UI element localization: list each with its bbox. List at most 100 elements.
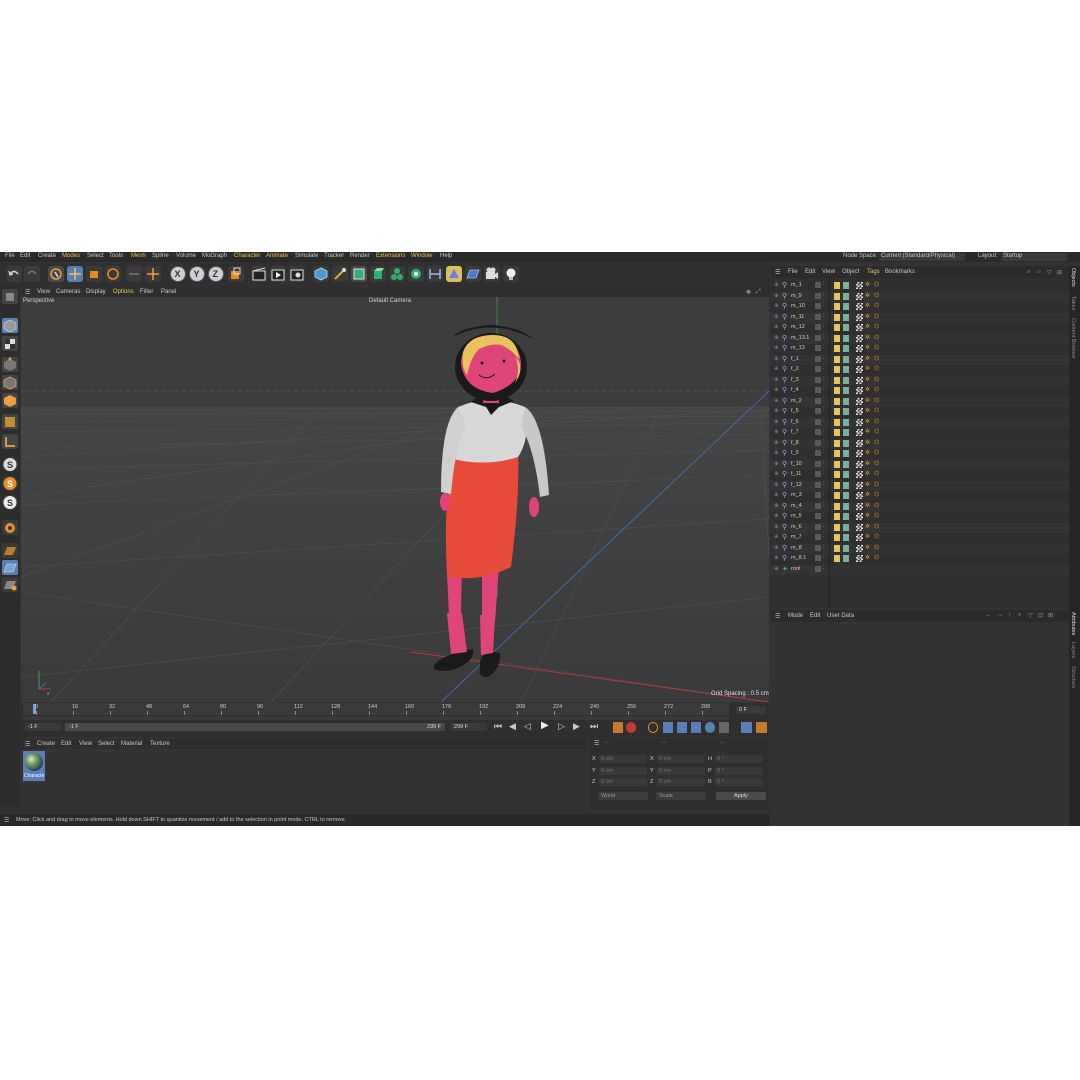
- object-row[interactable]: ⊕ ⚲ m_4: ✲ ⌬: [771, 501, 1069, 512]
- object-row[interactable]: ⊕ ⚲ f_8: ✲ ⌬: [771, 438, 1069, 449]
- object-name[interactable]: m_8: [791, 545, 802, 551]
- skin-tag-icon[interactable]: ✲: [865, 439, 870, 446]
- phong-tag-icon[interactable]: ⌬: [874, 407, 879, 414]
- phong-tag-icon[interactable]: ⌬: [874, 334, 879, 341]
- visibility-checkbox[interactable]: [815, 471, 821, 477]
- phong-tag-icon[interactable]: ⌬: [874, 323, 879, 330]
- edges-mode-button[interactable]: [2, 375, 18, 390]
- object-name[interactable]: m_6: [791, 524, 802, 530]
- material-tag-icon[interactable]: [843, 544, 849, 552]
- weight-tag-icon[interactable]: [834, 429, 840, 436]
- redo-button[interactable]: [24, 266, 40, 282]
- uvw-tag-icon[interactable]: [856, 544, 863, 552]
- weight-tag-icon[interactable]: [834, 544, 840, 552]
- phong-tag-icon[interactable]: ⌬: [874, 460, 879, 467]
- go-to-end-icon[interactable]: ⏭: [590, 721, 598, 732]
- layer-dots-icon[interactable]: :: [823, 334, 825, 340]
- viewport-move-icon[interactable]: ✥: [746, 289, 751, 296]
- material-tag-icon[interactable]: [843, 460, 849, 468]
- visibility-checkbox[interactable]: [815, 366, 821, 372]
- hamburger-icon[interactable]: ☰: [594, 740, 599, 747]
- menu-animate[interactable]: Animate: [266, 253, 288, 259]
- up-arrow-icon[interactable]: ↑: [1008, 612, 1011, 618]
- object-row[interactable]: ⊕ ⚲ f_6: ✲ ⌬: [771, 417, 1069, 428]
- phong-tag-icon[interactable]: ⌬: [874, 281, 879, 288]
- viewport-menu-view[interactable]: View: [37, 289, 50, 295]
- weight-tag-icon[interactable]: [834, 439, 840, 447]
- viewport-zoom-icon[interactable]: ⤢: [756, 289, 761, 296]
- menu-file[interactable]: File: [5, 253, 15, 259]
- phong-tag-icon[interactable]: ⌬: [874, 449, 879, 456]
- object-row[interactable]: ⊕ ⚲ m_6: ✲ ⌬: [771, 522, 1069, 533]
- object-name[interactable]: m_4: [791, 503, 802, 509]
- weight-tag-icon[interactable]: [834, 418, 840, 426]
- hamburger-icon[interactable]: ☰: [25, 289, 30, 296]
- object-row[interactable]: ⊕ ⚲ f_5: ✲ ⌬: [771, 407, 1069, 418]
- expand-icon[interactable]: ⊕: [774, 419, 779, 425]
- layer-dots-icon[interactable]: :: [823, 344, 825, 350]
- object-name[interactable]: m_2: [791, 398, 802, 404]
- layer-dots-icon[interactable]: :: [823, 523, 825, 529]
- expand-icon[interactable]: ⊕: [774, 314, 779, 320]
- menu-spline[interactable]: Spline: [152, 253, 169, 259]
- filter-icon[interactable]: ▽: [1047, 269, 1052, 276]
- menu-modes[interactable]: Modes: [62, 253, 80, 259]
- object-row[interactable]: ⊕ ⚲ f_1: ✲ ⌬: [771, 354, 1069, 365]
- material-tag-icon[interactable]: [843, 523, 849, 531]
- forward-arrow-icon[interactable]: →: [997, 612, 1003, 618]
- end-frame-field[interactable]: 299 F: [451, 723, 487, 731]
- weight-tag-icon[interactable]: [834, 408, 840, 415]
- weight-tag-icon[interactable]: [834, 376, 840, 384]
- viewport-menu-panel[interactable]: Panel: [161, 289, 176, 295]
- skin-tag-icon[interactable]: ✲: [865, 313, 870, 320]
- visibility-checkbox[interactable]: [815, 397, 821, 404]
- visibility-checkbox[interactable]: [815, 460, 821, 467]
- visibility-checkbox[interactable]: [815, 555, 821, 561]
- menu-mograph[interactable]: MoGraph: [202, 253, 227, 259]
- expand-icon[interactable]: ⊕: [774, 524, 779, 530]
- material-tag-icon[interactable]: [843, 418, 849, 426]
- menu-character[interactable]: Character: [234, 253, 260, 259]
- objects-menu-bookmarks[interactable]: Bookmarks: [885, 269, 915, 275]
- home-icon[interactable]: ⌂: [1037, 269, 1041, 275]
- attributes-menu-user-data[interactable]: User Data: [827, 613, 854, 619]
- visibility-checkbox[interactable]: [815, 544, 821, 551]
- cube-button[interactable]: [313, 266, 329, 282]
- field-button[interactable]: [408, 266, 424, 282]
- right-tab-attributes[interactable]: Attributes: [1070, 612, 1076, 635]
- weight-tag-icon[interactable]: [834, 355, 840, 363]
- hamburger-icon[interactable]: ☰: [4, 817, 9, 824]
- render-picture-viewer-button[interactable]: [270, 266, 286, 282]
- previous-frame-icon[interactable]: ◁: [524, 721, 531, 732]
- uvw-tag-icon[interactable]: [856, 313, 863, 321]
- layer-dots-icon[interactable]: :: [823, 491, 825, 497]
- visibility-checkbox[interactable]: [815, 502, 821, 509]
- menu-render[interactable]: Render: [350, 253, 370, 259]
- visibility-checkbox[interactable]: [815, 376, 821, 383]
- layer-dots-icon[interactable]: :: [823, 281, 825, 287]
- visibility-checkbox[interactable]: [815, 523, 821, 530]
- layer-dots-icon[interactable]: :: [823, 323, 825, 329]
- object-name[interactable]: m_8.1: [791, 555, 806, 561]
- expand-icon[interactable]: ⊕: [774, 492, 779, 498]
- skin-tag-icon[interactable]: ✲: [865, 470, 870, 477]
- deformer-button[interactable]: [427, 266, 443, 282]
- material-menu-select[interactable]: Select: [98, 741, 115, 747]
- right-tab-structure[interactable]: Structure: [1070, 666, 1076, 688]
- node-space-select[interactable]: Current (Standard/Physical): [879, 253, 965, 261]
- object-name[interactable]: m_13: [791, 345, 805, 351]
- visibility-checkbox[interactable]: [815, 345, 821, 351]
- polygons-mode-button[interactable]: [2, 393, 18, 408]
- move-tool-button[interactable]: [67, 266, 83, 282]
- object-name[interactable]: f_8: [791, 440, 799, 446]
- uvw-tag-icon[interactable]: [856, 502, 863, 510]
- object-row[interactable]: ⊕ ⚲ m_12: ✲ ⌬: [771, 323, 1069, 334]
- uvw-tag-icon[interactable]: [856, 376, 863, 384]
- object-name[interactable]: m_3: [791, 492, 802, 498]
- timeline-scrub-bar[interactable]: [23, 716, 729, 720]
- weight-tag-icon[interactable]: [834, 492, 840, 499]
- object-row[interactable]: ⊕ ⚲ f_11: ✲ ⌬: [771, 470, 1069, 481]
- object-row[interactable]: ⊕ ⚲ f_4: ✲ ⌬: [771, 386, 1069, 397]
- expand-icon[interactable]: ⊕: [774, 303, 779, 309]
- menu-volume[interactable]: Volume: [176, 253, 196, 259]
